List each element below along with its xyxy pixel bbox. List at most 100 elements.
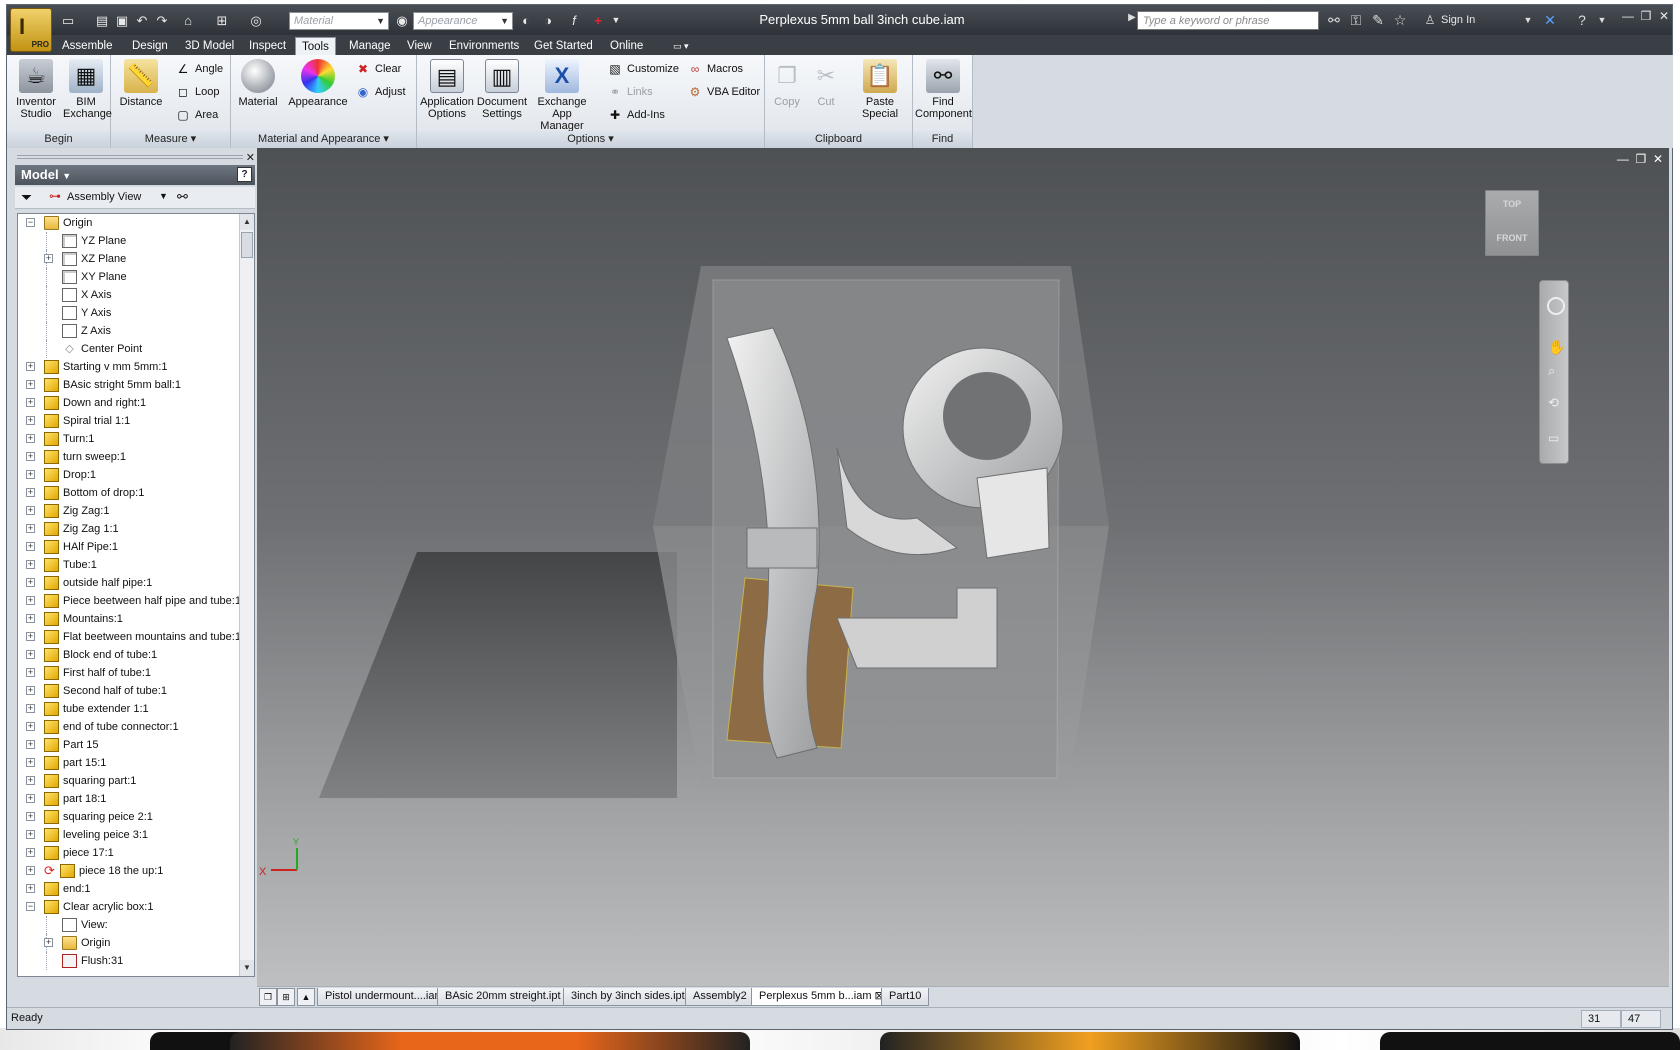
adjust-button[interactable]: ◉ Adjust — [355, 84, 406, 102]
scroll-down-icon[interactable]: ▼ — [240, 960, 254, 976]
look-at-icon[interactable]: ▭ — [1548, 431, 1559, 445]
user-icon[interactable]: ♙ — [1421, 13, 1439, 27]
application-menu-button[interactable]: I PRO — [10, 8, 52, 52]
inventor-studio-button[interactable]: ☕ Inventor Studio — [11, 59, 61, 120]
expand-icon[interactable]: + — [26, 434, 35, 443]
help-icon[interactable]: ? — [1573, 12, 1591, 28]
close-icon[interactable]: ✕ — [1655, 9, 1673, 23]
appearance-button[interactable]: Appearance — [287, 59, 349, 108]
chevron-down-icon[interactable]: ▼ — [1519, 15, 1537, 25]
tree-row[interactable]: XY Plane — [18, 268, 240, 286]
scrollbar-thumb[interactable] — [241, 232, 253, 258]
expand-icon[interactable]: + — [26, 866, 35, 875]
tree-row[interactable]: + leveling peice 3:1 — [18, 826, 240, 844]
close-icon[interactable]: ✕ — [246, 151, 255, 164]
graphics-viewport[interactable]: — ❐ ✕ X Y TOP FRONT ✋ ⌕ ⟲ ▭ — [257, 148, 1669, 986]
tree-row[interactable]: + Part 15 — [18, 736, 240, 754]
loop-button[interactable]: ◻ Loop — [175, 84, 219, 102]
sign-in-button[interactable]: Sign In — [1441, 14, 1475, 26]
color-wheel-icon[interactable]: ◉ — [393, 12, 411, 29]
expand-icon[interactable]: + — [26, 398, 35, 407]
steering-wheel-icon[interactable] — [1547, 297, 1565, 315]
find-component-button[interactable]: ⚯ Find Component — [915, 59, 972, 120]
tree-row[interactable]: + tube extender 1:1 — [18, 700, 240, 718]
tree-row[interactable]: + ⟳ piece 18 the up:1 — [18, 862, 240, 880]
expand-icon[interactable]: + — [26, 668, 35, 677]
expand-icon[interactable]: + — [26, 650, 35, 659]
tree-row[interactable]: + squaring part:1 — [18, 772, 240, 790]
appearance-combo[interactable]: Appearance ▼ — [413, 12, 513, 30]
expand-icon[interactable]: + — [26, 740, 35, 749]
tab-get-started[interactable]: Get Started — [528, 37, 599, 55]
vertical-scrollbar[interactable]: ▲ ▼ — [239, 214, 254, 976]
tree-row[interactable]: + Mountains:1 — [18, 610, 240, 628]
tree-row[interactable]: + turn sweep:1 — [18, 448, 240, 466]
tree-row[interactable]: − Origin — [18, 214, 240, 232]
tree-row[interactable]: Z Axis — [18, 322, 240, 340]
tree-row[interactable]: + Second half of tube:1 — [18, 682, 240, 700]
tile-windows-icon[interactable]: ⊞ — [277, 988, 295, 1006]
doc-tab-basic-20mm[interactable]: BAsic 20mm streight.ipt — [437, 988, 569, 1006]
chevron-down-icon[interactable]: ▼ — [1593, 15, 1611, 25]
tree-row[interactable]: + XZ Plane — [18, 250, 240, 268]
tree-row[interactable]: − Clear acrylic box:1 — [18, 898, 240, 916]
expand-icon[interactable]: + — [26, 362, 35, 371]
exchange-x-icon[interactable]: ✕ — [1541, 12, 1559, 29]
collapse-icon[interactable]: − — [26, 218, 35, 227]
viewcube-front-label[interactable]: FRONT — [1486, 233, 1538, 243]
browser-grip[interactable] — [17, 155, 243, 159]
links-button[interactable]: ⚭ Links — [607, 84, 653, 102]
tab-view[interactable]: View — [401, 37, 438, 55]
expand-icon[interactable]: + — [26, 848, 35, 857]
tab-list-icon[interactable]: ▲ — [297, 988, 315, 1006]
tree-row[interactable]: + end:1 — [18, 880, 240, 898]
pan-icon[interactable]: ✋ — [1548, 339, 1565, 356]
expand-icon[interactable]: + — [26, 470, 35, 479]
tree-row[interactable]: + Starting v mm 5mm:1 — [18, 358, 240, 376]
exchange-app-manager-button[interactable]: X Exchange App Manager — [529, 59, 595, 132]
expand-icon[interactable]: + — [26, 506, 35, 515]
copy-button[interactable]: ❐ Copy — [767, 59, 807, 108]
adjust-appearance-icon[interactable]: ◐ — [517, 12, 535, 29]
tree-row[interactable]: Y Axis — [18, 304, 240, 322]
tab-inspect[interactable]: Inspect — [243, 37, 292, 55]
scroll-up-icon[interactable]: ▲ — [240, 214, 254, 230]
collapse-icon[interactable]: − — [26, 902, 35, 911]
clear-button[interactable]: ✖ Clear — [355, 61, 401, 79]
tree-row[interactable]: X Axis — [18, 286, 240, 304]
expand-icon[interactable]: + — [26, 542, 35, 551]
tree-row[interactable]: + Drop:1 — [18, 466, 240, 484]
expand-icon[interactable]: + — [26, 380, 35, 389]
add-ins-button[interactable]: ✚ Add-Ins — [607, 107, 665, 125]
tree-row[interactable]: + Piece beetween half pipe and tube:1 — [18, 592, 241, 610]
material-button[interactable]: Material — [235, 59, 281, 108]
subscription-icon[interactable]: ⚿ — [1347, 12, 1365, 29]
expand-icon[interactable]: + — [26, 830, 35, 839]
cut-button[interactable]: ✂ Cut — [807, 59, 845, 108]
expand-icon[interactable]: + — [26, 758, 35, 767]
expand-icon[interactable]: + — [26, 596, 35, 605]
tab-overflow-icon[interactable]: ▭ ▾ — [667, 37, 695, 55]
return-icon[interactable]: ⌂ — [179, 12, 197, 29]
tree-row[interactable]: + Flat beetween mountains and tube:1 — [18, 628, 241, 646]
binoculars-icon[interactable]: ⚯ — [177, 189, 188, 205]
tree-row[interactable]: YZ Plane — [18, 232, 240, 250]
tab-environments[interactable]: Environments — [443, 37, 525, 55]
orbit-icon[interactable]: ⟲ — [1548, 395, 1559, 411]
tree-row[interactable]: + BAsic stright 5mm ball:1 — [18, 376, 240, 394]
tab-design[interactable]: Design — [126, 37, 174, 55]
new-file-icon[interactable]: ▭ — [59, 12, 77, 29]
angle-button[interactable]: ∠ Angle — [175, 61, 224, 79]
binoculars-icon[interactable]: ⚯ — [1325, 12, 1343, 29]
doc-tab-3inch-sides[interactable]: 3inch by 3inch sides.ipt — [563, 988, 693, 1006]
tree-row[interactable]: + Down and right:1 — [18, 394, 240, 412]
assembly-view-label[interactable]: Assembly View — [67, 191, 141, 203]
tree-row[interactable]: Flush:31 — [18, 952, 240, 970]
expand-icon[interactable]: + — [26, 560, 35, 569]
tree-row[interactable]: + Bottom of drop:1 — [18, 484, 240, 502]
zoom-icon[interactable]: ⌕ — [1548, 363, 1555, 379]
update-icon[interactable]: ◎ — [247, 12, 265, 29]
model-canvas[interactable]: X Y — [257, 148, 1669, 986]
tree-row[interactable]: + Zig Zag 1:1 — [18, 520, 240, 538]
expand-icon[interactable]: + — [26, 416, 35, 425]
